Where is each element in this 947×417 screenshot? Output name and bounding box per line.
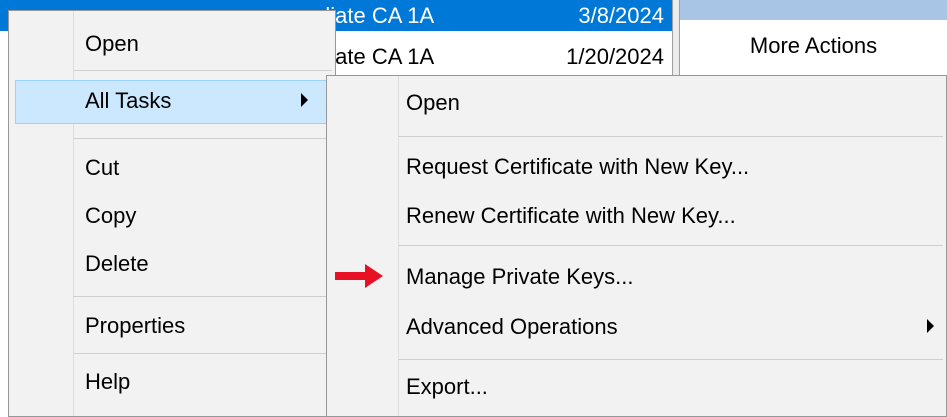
menu-item-label: Advanced Operations	[406, 314, 618, 339]
menu-separator	[73, 353, 332, 354]
menu-item-label: Export...	[406, 374, 488, 399]
menu-item-label: Request Certificate with New Key...	[406, 154, 750, 179]
all-tasks-submenu: Open Request Certificate with New Key...…	[326, 75, 947, 417]
menu-item-help[interactable]: Help	[9, 361, 335, 405]
menu-item-copy[interactable]: Copy	[9, 195, 335, 239]
menu-item-properties[interactable]: Properties	[9, 305, 335, 349]
menu-separator	[398, 359, 943, 360]
submenu-item-manage-private-keys[interactable]: Manage Private Keys...	[327, 256, 946, 300]
submenu-item-open[interactable]: Open	[327, 82, 946, 126]
menu-item-label: Help	[85, 369, 131, 394]
menu-item-delete[interactable]: Delete	[9, 243, 335, 287]
menu-item-label: Cut	[85, 155, 120, 180]
more-actions-item[interactable]: More Actions	[680, 33, 947, 59]
list-cell-expiration: 3/8/2024	[578, 3, 664, 28]
submenu-item-export[interactable]: Export...	[327, 366, 946, 410]
menu-item-label: Delete	[85, 251, 149, 276]
menu-item-label: Properties	[85, 313, 186, 338]
menu-item-open[interactable]: Open	[9, 23, 335, 67]
submenu-arrow-icon	[927, 319, 934, 333]
menu-item-label: Open	[406, 90, 460, 115]
menu-separator	[73, 296, 332, 297]
menu-item-all-tasks[interactable]: All Tasks	[15, 80, 329, 124]
menu-item-label: All Tasks	[85, 88, 172, 113]
actions-pane-header	[680, 0, 947, 20]
context-menu: Open All Tasks Cut Copy Delete Propertie…	[8, 10, 336, 417]
submenu-item-advanced-operations[interactable]: Advanced Operations	[327, 306, 946, 350]
submenu-item-request-certificate[interactable]: Request Certificate with New Key...	[327, 146, 946, 190]
actions-pane: More Actions	[680, 0, 947, 75]
red-arrow-icon	[335, 264, 383, 288]
submenu-item-renew-certificate[interactable]: Renew Certificate with New Key...	[327, 195, 946, 239]
menu-separator	[73, 138, 332, 139]
menu-item-label: Copy	[85, 203, 137, 228]
list-cell-expiration: 1/20/2024	[566, 44, 664, 69]
menu-item-cut[interactable]: Cut	[9, 147, 335, 191]
menu-separator	[73, 70, 332, 71]
submenu-arrow-icon	[301, 93, 308, 107]
pane-splitter[interactable]	[672, 0, 680, 75]
menu-separator	[398, 136, 943, 137]
menu-item-label: Renew Certificate with New Key...	[406, 203, 736, 228]
menu-item-label: Manage Private Keys...	[406, 264, 634, 289]
menu-separator	[398, 245, 943, 246]
menu-item-label: Open	[85, 31, 139, 56]
